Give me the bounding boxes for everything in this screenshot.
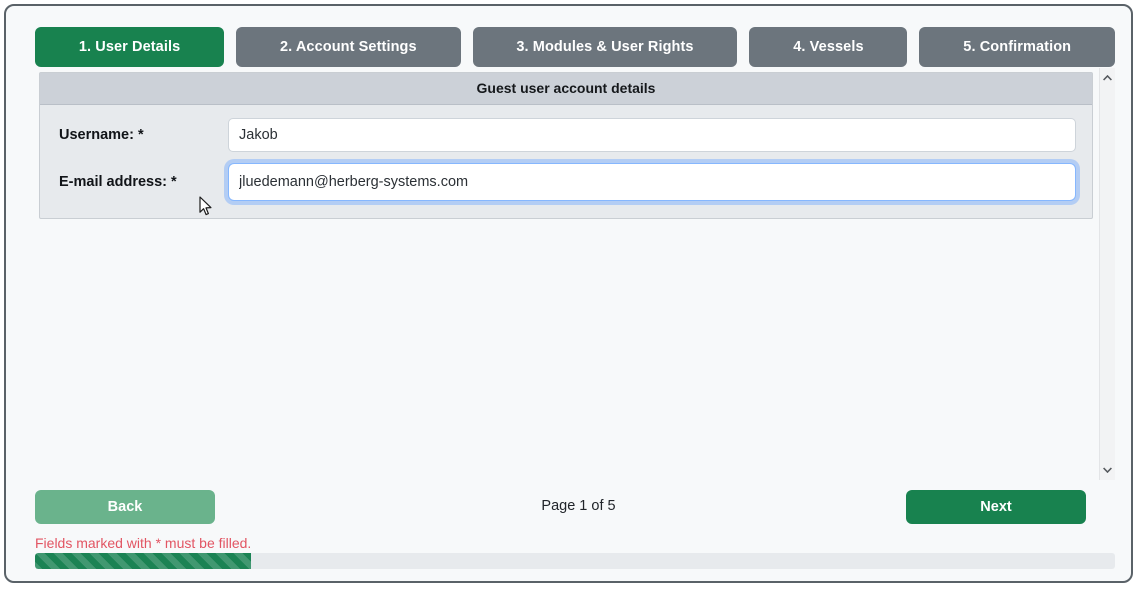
chevron-down-icon: [1103, 467, 1112, 473]
tab-confirmation[interactable]: 5. Confirmation: [919, 27, 1115, 67]
tab-modules-user-rights[interactable]: 3. Modules & User Rights: [472, 27, 738, 67]
required-fields-error: Fields marked with * must be filled.: [35, 535, 252, 551]
tab-user-details[interactable]: 1. User Details: [35, 27, 225, 67]
tab-account-settings-label: 2. Account Settings: [279, 39, 417, 55]
wizard-window: 1. User Details 2. Account Settings 3. M…: [4, 4, 1133, 583]
scroll-up-button[interactable]: [1100, 70, 1115, 86]
panel-scroll-area: Guest user account details Username: * E…: [35, 68, 1097, 480]
next-button[interactable]: Next: [906, 490, 1086, 524]
wizard-footer: Back Page 1 of 5 Next Fields marked with…: [6, 480, 1131, 581]
chevron-up-icon: [1103, 75, 1112, 81]
wizard-progress-fill: [35, 553, 251, 569]
form-row-username: Username: *: [56, 118, 1076, 152]
panel-scrollbar[interactable]: [1099, 68, 1115, 480]
wizard-tabstrip: 1. User Details 2. Account Settings 3. M…: [35, 27, 1115, 67]
guest-user-account-fieldset: Guest user account details Username: * E…: [39, 72, 1093, 219]
email-label: E-mail address: *: [59, 174, 177, 190]
form-row-email: E-mail address: *: [56, 163, 1076, 201]
email-input[interactable]: [228, 163, 1076, 201]
username-input[interactable]: [228, 118, 1076, 152]
fieldset-legend: Guest user account details: [40, 73, 1092, 105]
tab-modules-user-rights-label: 3. Modules & User Rights: [516, 39, 694, 55]
wizard-progress-track: [35, 553, 1115, 569]
fieldset-body: Username: * E-mail address: *: [40, 105, 1092, 218]
tab-vessels[interactable]: 4. Vessels: [749, 27, 908, 67]
tab-user-details-label: 1. User Details: [78, 39, 181, 55]
tab-vessels-label: 4. Vessels: [793, 39, 864, 55]
wizard-content-panel: Guest user account details Username: * E…: [35, 68, 1115, 480]
username-label: Username: *: [59, 127, 144, 143]
tab-confirmation-label: 5. Confirmation: [963, 39, 1072, 55]
scroll-down-button[interactable]: [1100, 462, 1115, 478]
tab-account-settings[interactable]: 2. Account Settings: [236, 27, 461, 67]
